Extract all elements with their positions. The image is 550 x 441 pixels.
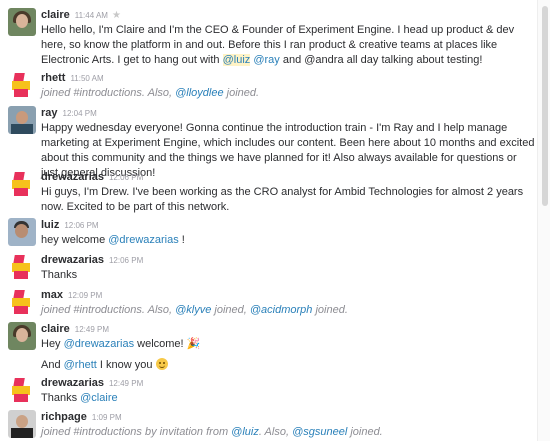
- username[interactable]: claire: [41, 323, 70, 335]
- username[interactable]: drewazarias: [41, 254, 104, 266]
- timestamp[interactable]: 11:50 AM: [70, 74, 103, 83]
- party-popper-emoji: 🎉: [186, 338, 201, 350]
- mention[interactable]: @lloydlee: [175, 87, 223, 99]
- timestamp[interactable]: 11:44 AM: [75, 11, 108, 20]
- scrollbar[interactable]: [537, 0, 550, 441]
- message-text: Thanks @claire: [41, 392, 118, 404]
- mention[interactable]: @drewazarias: [64, 338, 134, 350]
- username[interactable]: drewazarias: [41, 171, 104, 183]
- avatar[interactable]: [8, 376, 36, 404]
- timestamp[interactable]: 12:04 PM: [63, 109, 97, 118]
- username[interactable]: drewazarias: [41, 377, 104, 389]
- avatar[interactable]: [8, 322, 36, 350]
- mention[interactable]: @luiz: [222, 54, 251, 66]
- message-text: Thanks: [41, 269, 78, 281]
- avatar[interactable]: [8, 106, 36, 134]
- mention[interactable]: @drewazarias: [108, 234, 178, 246]
- message-text: And @rhett I know you: [41, 358, 535, 373]
- avatar[interactable]: [8, 410, 36, 438]
- message-text: Hi guys, I'm Drew. I've been working as …: [41, 186, 524, 213]
- avatar[interactable]: [8, 71, 36, 99]
- message-text: hey welcome @drewazarias !: [41, 234, 185, 246]
- message-text: Hello hello, I'm Claire and I'm the CEO …: [41, 24, 515, 66]
- timestamp[interactable]: 12:06 PM: [109, 173, 143, 182]
- username[interactable]: luiz: [41, 219, 59, 231]
- smiley-emoji: [155, 358, 168, 370]
- avatar[interactable]: [8, 218, 36, 246]
- avatar[interactable]: [8, 8, 36, 36]
- username[interactable]: ray: [41, 107, 58, 119]
- timestamp[interactable]: 12:49 PM: [109, 379, 143, 388]
- avatar[interactable]: [8, 170, 36, 198]
- message-feed: claire 11:44 AM ★ Hello hello, I'm Claire …: [0, 0, 538, 441]
- timestamp[interactable]: 12:49 PM: [75, 325, 109, 334]
- username[interactable]: max: [41, 289, 63, 301]
- mention[interactable]: @ray: [253, 54, 279, 66]
- timestamp[interactable]: 12:09 PM: [68, 291, 102, 300]
- mention[interactable]: @rhett: [64, 359, 97, 371]
- username[interactable]: richpage: [41, 411, 87, 423]
- mention[interactable]: @luiz: [231, 426, 259, 438]
- join-notice: joined #introductions by invitation from…: [41, 426, 383, 438]
- avatar[interactable]: [8, 253, 36, 281]
- timestamp[interactable]: 12:06 PM: [109, 256, 143, 265]
- mention[interactable]: @acidmorph: [250, 304, 313, 316]
- scrollbar-thumb[interactable]: [542, 6, 548, 206]
- mention[interactable]: @sgsuneel: [292, 426, 347, 438]
- timestamp[interactable]: 12:06 PM: [64, 221, 98, 230]
- mention[interactable]: @claire: [80, 392, 117, 404]
- username[interactable]: rhett: [41, 72, 65, 84]
- star-icon[interactable]: ★: [112, 10, 121, 21]
- join-notice: joined #introductions. Also, @klyve join…: [41, 304, 348, 316]
- mention[interactable]: @klyve: [175, 304, 211, 316]
- message-text: Hey @drewazarias welcome! 🎉: [41, 338, 201, 350]
- avatar[interactable]: [8, 288, 36, 316]
- timestamp[interactable]: 1:09 PM: [92, 413, 122, 422]
- join-notice: joined #introductions. Also, @lloydlee j…: [41, 87, 260, 99]
- username[interactable]: claire: [41, 9, 70, 21]
